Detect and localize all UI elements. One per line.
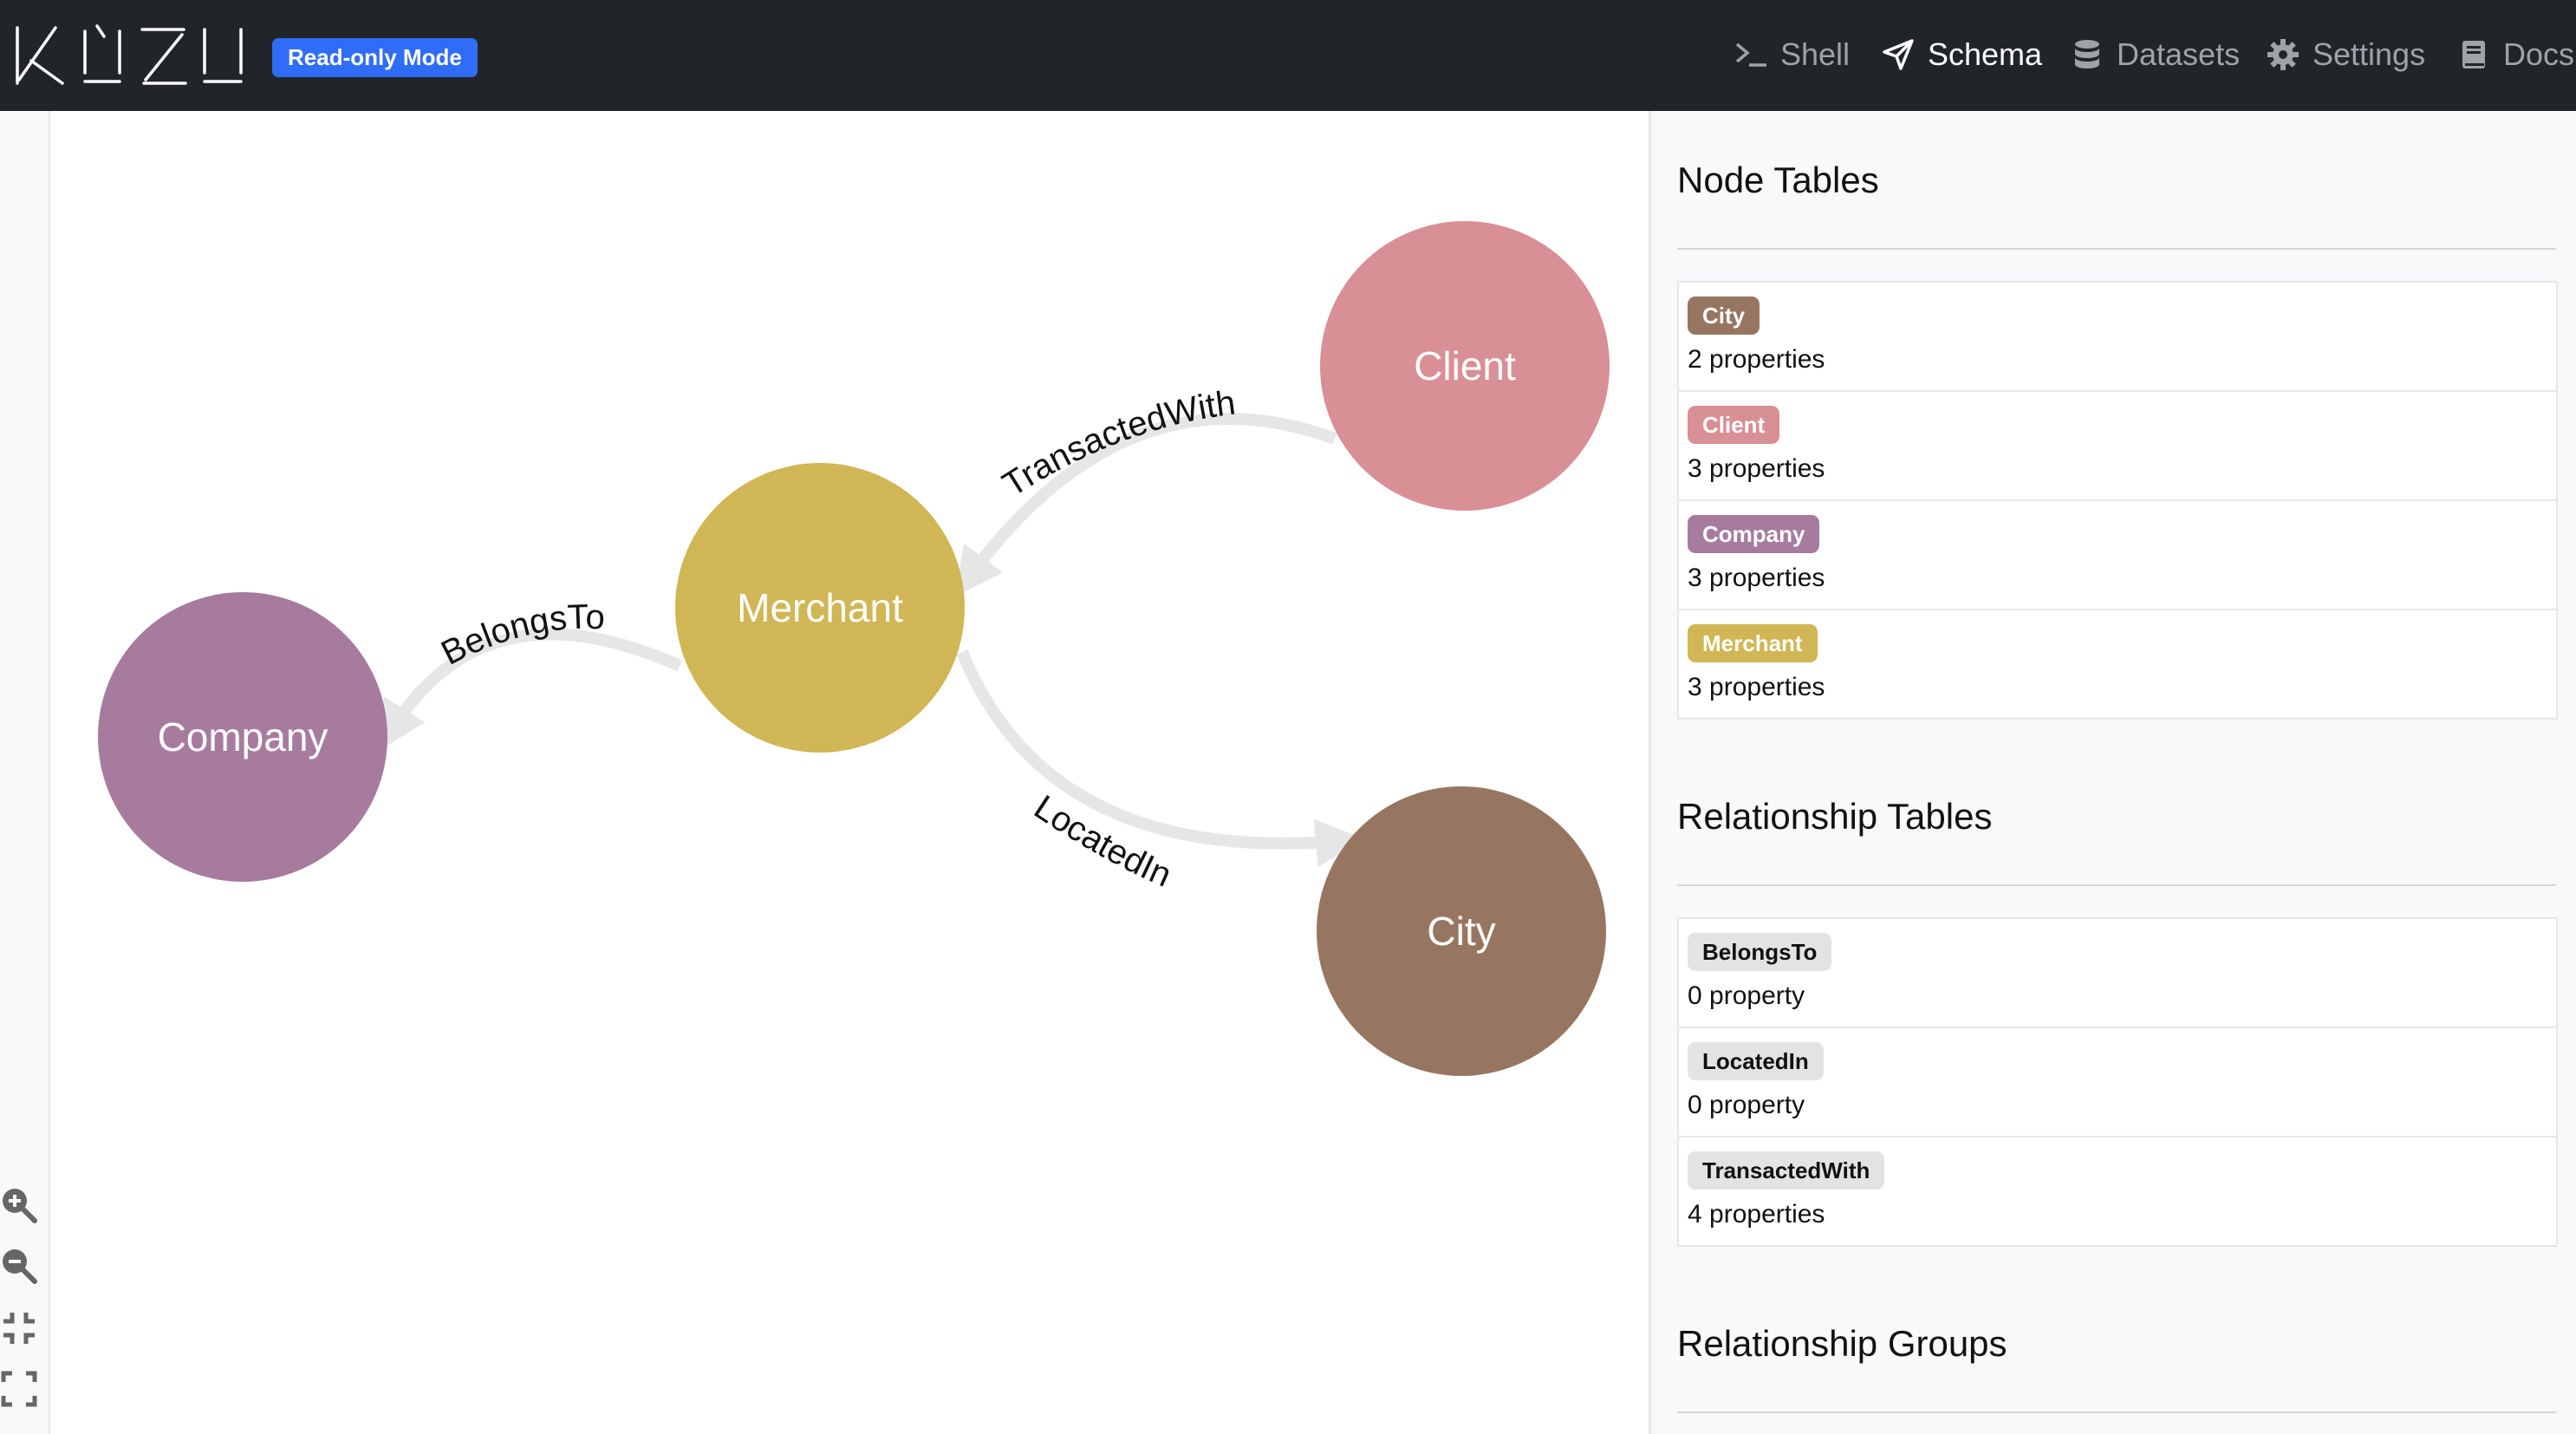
nav-schema-label: Schema — [1928, 36, 2043, 72]
edge-located-in[interactable] — [956, 649, 1364, 868]
zoom-out-icon[interactable] — [0, 1247, 38, 1285]
node-table-props: 2 properties — [1688, 345, 1825, 374]
relationship-table-tag[interactable]: BelongsTo — [1688, 933, 1832, 971]
node-table-props: 3 properties — [1688, 454, 1825, 483]
fit-to-screen-icon[interactable] — [0, 1309, 38, 1347]
relationship-table-props: 4 properties — [1688, 1200, 1825, 1229]
relationship-table-tag[interactable]: TransactedWith — [1688, 1151, 1885, 1190]
edge-label-belongs-to: BelongsTo — [435, 598, 605, 673]
nav-shell[interactable]: Shell — [1734, 31, 1850, 78]
schema-side-panel: Node Tables City 2 properties Client 3 p… — [1649, 111, 2576, 1434]
top-navbar: Read-only Mode Shell Schema Datasets Set… — [0, 0, 2576, 111]
node-tables-title: Node Tables — [1677, 160, 1879, 200]
relationship-table-item[interactable]: LocatedIn 0 property — [1679, 1028, 2556, 1137]
relationship-table-props: 0 property — [1688, 1091, 1805, 1119]
gear-icon — [2267, 39, 2299, 70]
schema-graph[interactable]: TransactedWith BelongsTo LocatedIn Clien… — [0, 111, 1647, 1434]
nav-schema[interactable]: Schema — [1881, 31, 2042, 78]
node-table-item[interactable]: Client 3 properties — [1679, 392, 2556, 501]
node-tables-list: City 2 properties Client 3 properties Co… — [1677, 281, 2558, 720]
node-table-props: 3 properties — [1688, 564, 1825, 592]
node-table-item[interactable]: City 2 properties — [1679, 283, 2556, 392]
graph-toolbar — [0, 111, 50, 1434]
relationship-table-props: 0 property — [1688, 981, 1805, 1010]
node-table-tag[interactable]: Client — [1688, 406, 1780, 444]
nav-shell-label: Shell — [1780, 36, 1851, 72]
fullscreen-icon[interactable] — [0, 1370, 38, 1408]
send-icon — [1883, 39, 1914, 70]
nav-docs[interactable]: Docs — [2456, 31, 2574, 78]
edge-belongs-to[interactable] — [379, 628, 682, 751]
node-merchant-label: Merchant — [737, 585, 903, 630]
edge-label-transacted-with: TransactedWith — [996, 383, 1237, 504]
node-company-label: Company — [158, 714, 329, 759]
nav-docs-label: Docs — [2503, 36, 2575, 72]
node-table-item[interactable]: Company 3 properties — [1679, 501, 2556, 610]
node-city[interactable]: City — [1317, 786, 1606, 1076]
book-icon — [2462, 41, 2485, 68]
database-icon — [2075, 40, 2099, 68]
node-table-tag[interactable]: Merchant — [1688, 624, 1818, 662]
relationship-tables-divider — [1677, 884, 2556, 886]
node-company[interactable]: Company — [98, 592, 387, 882]
node-table-item[interactable]: Merchant 3 properties — [1679, 610, 2556, 718]
relationship-groups-divider — [1677, 1411, 2556, 1413]
node-client[interactable]: Client — [1320, 221, 1610, 511]
node-table-props: 3 properties — [1688, 673, 1825, 701]
node-table-tag[interactable]: Company — [1688, 515, 1820, 553]
nav-datasets-label: Datasets — [2117, 36, 2241, 72]
relationship-table-tag[interactable]: LocatedIn — [1688, 1042, 1824, 1080]
kuzu-logo[interactable] — [12, 23, 244, 87]
node-city-label: City — [1427, 909, 1495, 954]
relationship-tables-list: BelongsTo 0 property LocatedIn 0 propert… — [1677, 917, 2558, 1247]
zoom-in-icon[interactable] — [0, 1186, 38, 1224]
nav-datasets[interactable]: Datasets — [2070, 31, 2240, 78]
terminal-icon — [1735, 42, 1766, 67]
node-tables-divider — [1677, 248, 2556, 250]
node-merchant[interactable]: Merchant — [675, 463, 965, 753]
relationship-table-item[interactable]: TransactedWith 4 properties — [1679, 1137, 2556, 1245]
relationship-table-item[interactable]: BelongsTo 0 property — [1679, 919, 2556, 1028]
node-client-label: Client — [1414, 343, 1516, 388]
node-table-tag[interactable]: City — [1688, 297, 1760, 335]
read-only-mode-badge: Read-only Mode — [272, 38, 478, 77]
nav-settings[interactable]: Settings — [2266, 31, 2425, 78]
relationship-tables-title: Relationship Tables — [1677, 796, 1993, 837]
nav-settings-label: Settings — [2313, 36, 2426, 72]
relationship-groups-title: Relationship Groups — [1677, 1323, 2007, 1364]
